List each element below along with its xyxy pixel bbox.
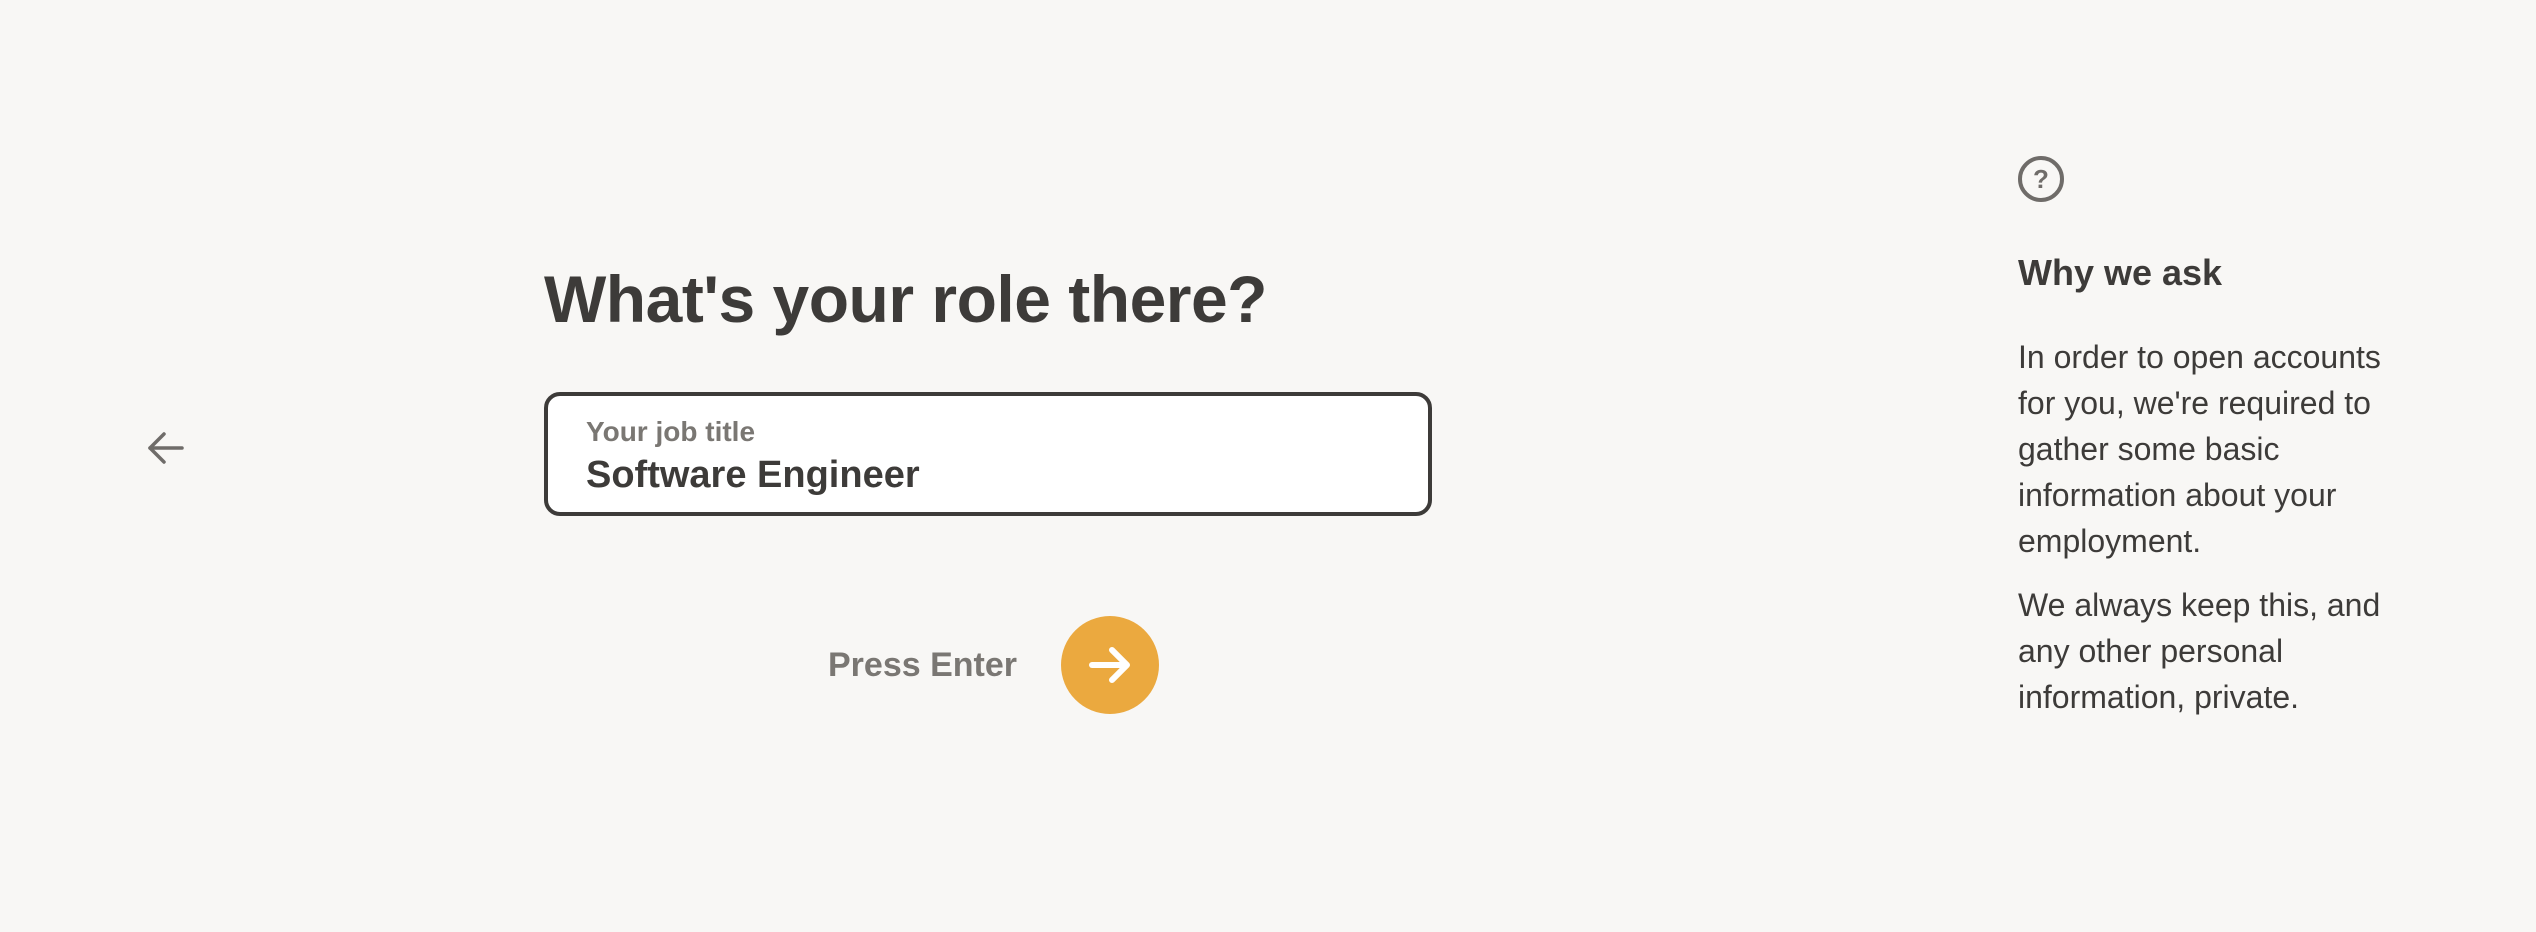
page-title: What's your role there? <box>544 262 1267 336</box>
arrow-right-icon <box>1089 647 1130 683</box>
back-button[interactable] <box>138 420 194 476</box>
help-paragraph: We always keep this, and any other perso… <box>2018 587 2381 715</box>
press-enter-hint: Press Enter <box>828 645 1017 684</box>
next-button[interactable] <box>1061 616 1159 714</box>
help-heading: Why we ask <box>2018 252 2223 293</box>
help-panel: ? Why we ask In order to open accounts f… <box>2018 156 2418 720</box>
help-paragraph: In order to open accounts for you, we're… <box>2018 339 2381 559</box>
job-title-field[interactable]: Your job title <box>544 392 1432 516</box>
question-circle-icon: ? <box>2018 156 2064 202</box>
job-title-label: Your job title <box>586 416 756 447</box>
arrow-left-icon <box>148 432 184 464</box>
job-title-input[interactable] <box>586 452 1386 498</box>
page: What's your role there? Your job title P… <box>0 0 2536 932</box>
submit-row: Press Enter <box>828 616 1159 714</box>
form-section: What's your role there? Your job title <box>544 256 1432 516</box>
